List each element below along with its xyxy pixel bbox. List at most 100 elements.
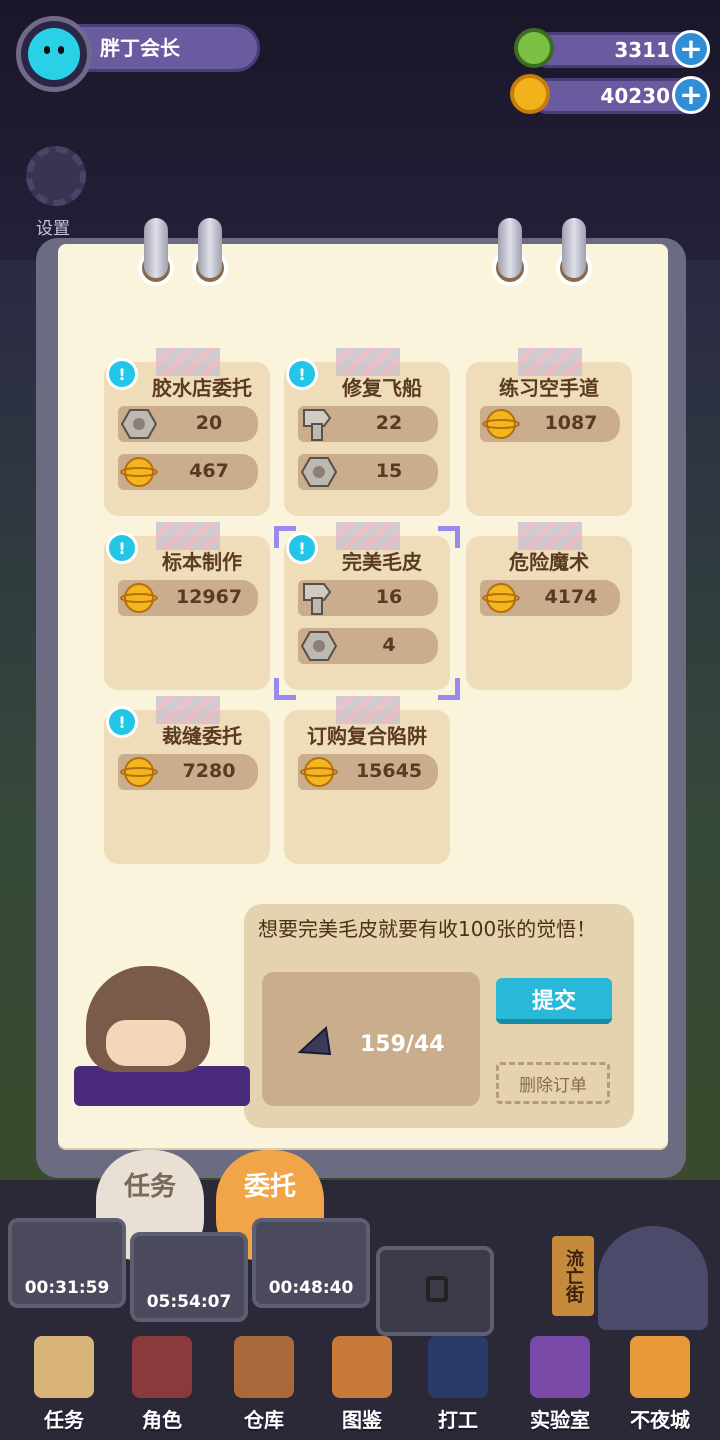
task-title: 裁缝委托: [162, 724, 242, 748]
requirement-row: 12967: [118, 580, 258, 616]
requirement-row: 4: [298, 628, 438, 664]
requirement-value: 467: [189, 460, 229, 482]
selection-corner: [274, 678, 296, 700]
task-title: 完美毛皮: [342, 550, 422, 574]
green-currency-value: 3311: [614, 38, 670, 62]
player-name: 胖丁会长: [100, 36, 180, 60]
nut-icon: [120, 406, 158, 442]
locked-slot[interactable]: [376, 1246, 494, 1336]
task-card[interactable]: 订购复合陷阱 15645: [284, 696, 450, 864]
gold-coin-icon: [120, 454, 158, 490]
delete-order-button[interactable]: 删除订单: [496, 1062, 610, 1104]
binder-ring: [562, 218, 586, 278]
tab-task-label: 任务: [123, 1172, 176, 1202]
task-card[interactable]: ! 裁缝委托 7280: [104, 696, 270, 864]
selection-corner: [438, 678, 460, 700]
fur-item-icon: [297, 1025, 332, 1056]
requirement-row: 16: [298, 580, 438, 616]
chest-icon: [234, 1336, 294, 1398]
lab-flask-icon: [530, 1336, 590, 1398]
task-title: 标本制作: [162, 550, 242, 574]
tab-commission-label: 委托: [243, 1172, 296, 1202]
bottom-nav: 任务 角色 仓库 图鉴 打工 实验室 不夜城: [0, 1336, 720, 1440]
selection-corner: [438, 526, 460, 548]
timer-box[interactable]: 00:31:59: [8, 1218, 126, 1308]
task-card[interactable]: ! 完美毛皮 16 4: [274, 522, 460, 700]
requirement-row: 15645: [298, 754, 438, 790]
submit-button[interactable]: 提交: [496, 978, 612, 1024]
nav-item-0[interactable]: 任务: [14, 1336, 114, 1440]
nav-label: 不夜城: [630, 1408, 690, 1432]
requirement-row: 4174: [480, 580, 620, 616]
requirement-value: 7280: [182, 760, 236, 782]
character-face: [106, 1020, 186, 1066]
cat-avatar-icon: [28, 28, 80, 80]
requirement-row: 1087: [480, 406, 620, 442]
nav-item-3[interactable]: 图鉴: [312, 1336, 412, 1440]
gold-coin-icon: [120, 580, 158, 616]
street-sign[interactable]: 流亡街: [552, 1236, 594, 1316]
green-gear-coin-icon: [514, 28, 554, 68]
requirement-row: 20: [118, 406, 258, 442]
portal-icon[interactable]: [598, 1226, 708, 1330]
requirement-row: 15: [298, 454, 438, 490]
task-title: 修复飞船: [342, 376, 422, 400]
nav-item-1[interactable]: 角色: [112, 1336, 212, 1440]
lock-icon: [426, 1276, 448, 1302]
gear-icon[interactable]: [26, 146, 86, 206]
requirement-value: 22: [375, 412, 403, 434]
city-cat-icon: [630, 1336, 690, 1398]
requirement-value: 15645: [355, 760, 423, 782]
timer-box[interactable]: 05:54:07: [130, 1232, 248, 1322]
add-gold-currency-button[interactable]: +: [672, 76, 710, 114]
requirement-value: 1087: [544, 412, 598, 434]
timer-box[interactable]: 00:48:40: [252, 1218, 370, 1308]
work-tv-icon: [428, 1336, 488, 1398]
gold-coin-icon: [300, 754, 338, 790]
nav-item-5[interactable]: 实验室: [510, 1336, 610, 1440]
selection-corner: [274, 526, 296, 548]
requirement-value: 20: [195, 412, 223, 434]
gold-planet-coin-icon: [510, 74, 550, 114]
task-card[interactable]: 危险魔术 4174: [466, 522, 632, 690]
add-green-currency-button[interactable]: +: [672, 30, 710, 68]
timer-text: 00:48:40: [268, 1278, 354, 1298]
requirement-row: 467: [118, 454, 258, 490]
task-title: 订购复合陷阱: [307, 724, 427, 748]
bolt-icon: [300, 406, 338, 442]
task-card[interactable]: 练习空手道 1087: [466, 348, 632, 516]
gold-coin-icon: [120, 754, 158, 790]
book-icon: [332, 1336, 392, 1398]
nav-item-6[interactable]: 不夜城: [610, 1336, 710, 1440]
gold-currency-value: 40230: [600, 84, 670, 108]
task-card[interactable]: ! 标本制作 12967: [104, 522, 270, 690]
task-title: 胶水店委托: [152, 376, 252, 400]
requirement-value: 16: [375, 586, 403, 608]
clipboard-icon: [34, 1336, 94, 1398]
bolt-icon: [300, 580, 338, 616]
requirement-value: 4: [382, 634, 396, 656]
nav-label: 任务: [44, 1408, 84, 1432]
nav-label: 仓库: [244, 1408, 284, 1432]
nav-label: 实验室: [530, 1408, 590, 1432]
desk: [74, 1066, 250, 1106]
requirement-row: 22: [298, 406, 438, 442]
requirement-row: 7280: [118, 754, 258, 790]
task-card[interactable]: ! 修复飞船 22 15: [284, 348, 450, 516]
settings-label: 设置: [36, 219, 70, 239]
binder-ring: [198, 218, 222, 278]
nav-label: 角色: [142, 1408, 182, 1432]
task-card[interactable]: ! 胶水店委托 20 467: [104, 348, 270, 516]
nav-label: 图鉴: [342, 1408, 382, 1432]
nav-item-2[interactable]: 仓库: [214, 1336, 314, 1440]
task-title: 危险魔术: [509, 550, 589, 574]
character-icon: [132, 1336, 192, 1398]
nav-label: 打工: [438, 1408, 478, 1432]
binder-ring: [498, 218, 522, 278]
nav-item-4[interactable]: 打工: [408, 1336, 508, 1440]
avatar[interactable]: [16, 16, 92, 92]
nut-icon: [300, 454, 338, 490]
timer-text: 00:31:59: [24, 1278, 110, 1298]
item-count: 159/44: [360, 1032, 445, 1057]
gold-coin-icon: [482, 406, 520, 442]
